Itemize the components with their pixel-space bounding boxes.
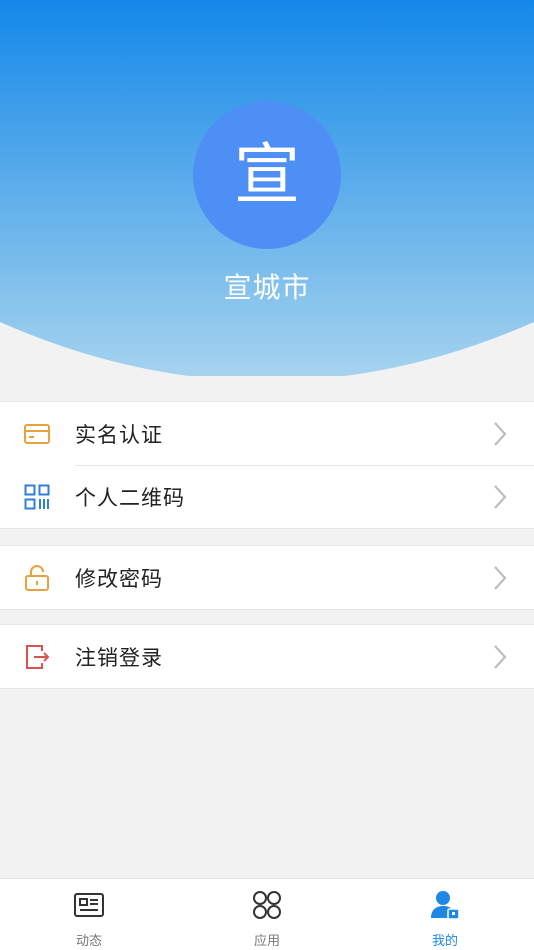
menu-item-label: 修改密码 [75,566,163,591]
apps-icon [253,891,281,919]
tab-label: 应用 [253,934,280,949]
tab-news[interactable]: 动态 [0,879,178,950]
tab-label: 我的 [431,934,458,949]
menu-item-label: 个人二维码 [75,485,185,510]
bottom-tab-bar: 动态 应用 我的 [0,878,534,950]
logout-icon [23,643,51,671]
user-icon [431,891,460,920]
id-card-icon [23,420,51,448]
menu-item-logout[interactable]: 注销登录 [0,625,534,688]
qr-code-icon [23,483,51,511]
menu-group-security: 修改密码 [0,545,534,610]
user-name: 宣城市 [223,271,311,304]
chevron-right-icon [494,644,507,669]
avatar[interactable]: 宣 [193,101,341,249]
avatar-text: 宣 [234,136,300,213]
menu-group-session: 注销登录 [0,624,534,689]
tab-apps[interactable]: 应用 [178,879,356,950]
unlock-icon [23,564,51,592]
menu-item-label: 注销登录 [75,645,163,670]
menu-item-qrcode[interactable]: 个人二维码 [0,465,534,528]
menu-item-password[interactable]: 修改密码 [0,546,534,609]
chevron-right-icon [494,421,507,446]
chevron-right-icon [494,484,507,509]
tab-label: 动态 [75,934,102,949]
menu-item-label: 实名认证 [75,422,163,447]
profile-header: 宣 宣城市 [0,0,534,376]
menu-item-realname[interactable]: 实名认证 [0,402,534,465]
menu-group-identity: 实名认证 个人二维码 [0,401,534,529]
chevron-right-icon [494,565,507,590]
news-icon [74,893,104,917]
tab-mine[interactable]: 我的 [356,879,534,950]
